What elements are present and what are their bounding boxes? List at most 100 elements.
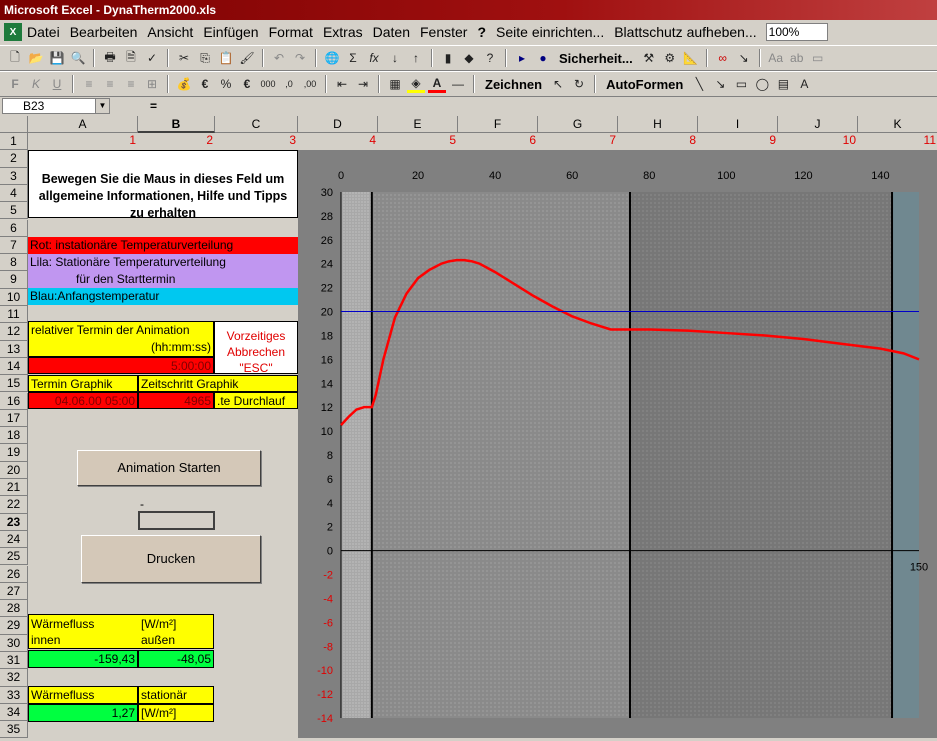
align-left-icon[interactable]: ≡ <box>80 75 98 93</box>
menu-einfuegen[interactable]: Einfügen <box>198 24 263 40</box>
row-header-1[interactable]: 1 <box>0 133 28 151</box>
menu-bearbeiten[interactable]: Bearbeiten <box>65 24 143 40</box>
excel-icon[interactable]: X <box>4 23 22 41</box>
column-header-b[interactable]: B <box>138 116 215 133</box>
column-header-e[interactable]: E <box>378 116 458 133</box>
row-header-34[interactable]: 34 <box>0 703 28 722</box>
new-icon[interactable]: 🗋 <box>6 49 24 67</box>
ellipse-icon[interactable]: ◯ <box>753 75 771 93</box>
sort-desc-icon[interactable]: ↑ <box>407 49 425 67</box>
formula-equals[interactable]: = <box>150 99 157 113</box>
select-all-corner[interactable] <box>0 116 28 133</box>
row-header-19[interactable]: 19 <box>0 444 28 462</box>
row-header-31[interactable]: 31 <box>0 652 28 670</box>
row-header-18[interactable]: 18 <box>0 427 28 445</box>
row-header-16[interactable]: 16 <box>0 392 28 410</box>
print-icon[interactable]: 🖶 <box>101 49 119 67</box>
paste-icon[interactable]: 📋 <box>217 49 235 67</box>
redo-icon[interactable]: ↷ <box>291 49 309 67</box>
name-box[interactable]: B23 ▼ <box>2 98 110 114</box>
row-header-14[interactable]: 14 <box>0 357 28 376</box>
security-icon[interactable]: ● <box>534 49 552 67</box>
currency-icon[interactable]: 💰 <box>175 75 193 93</box>
help-icon[interactable]: ? <box>481 49 499 67</box>
copy-icon[interactable]: ⎘ <box>196 49 214 67</box>
row-header-20[interactable]: 20 <box>0 461 28 479</box>
arrow-draw-icon[interactable]: ↘ <box>711 75 729 93</box>
hyperlink-icon[interactable]: 🌐 <box>323 49 341 67</box>
row-header-23[interactable]: 23 <box>0 513 28 531</box>
menu-daten[interactable]: Daten <box>368 24 415 40</box>
menu-format[interactable]: Format <box>264 24 318 40</box>
animation-start-button[interactable]: Animation Starten <box>77 450 261 486</box>
function-icon[interactable]: fx <box>365 49 383 67</box>
label-icon[interactable]: ab <box>788 49 806 67</box>
rectangle-icon[interactable]: ▭ <box>732 75 750 93</box>
column-header-k[interactable]: K <box>858 116 937 133</box>
merge-icon[interactable]: ⊞ <box>143 75 161 93</box>
column-header-d[interactable]: D <box>298 116 378 133</box>
row-header-26[interactable]: 26 <box>0 565 28 583</box>
row-header-10[interactable]: 10 <box>0 288 28 306</box>
thousands-icon[interactable]: 000 <box>259 75 277 93</box>
column-header-c[interactable]: C <box>215 116 298 133</box>
row-header-33[interactable]: 33 <box>0 686 28 704</box>
row-header-6[interactable]: 6 <box>0 219 28 237</box>
line-style-icon[interactable]: — <box>449 75 467 93</box>
row-header-24[interactable]: 24 <box>0 530 28 549</box>
column-header-f[interactable]: F <box>458 116 538 133</box>
font-color-icon[interactable]: A <box>428 75 446 93</box>
row-header-21[interactable]: 21 <box>0 479 28 497</box>
row-header-27[interactable]: 27 <box>0 582 28 601</box>
menu-blattschutz[interactable]: Blattschutz aufheben... <box>609 24 761 40</box>
borders-icon[interactable]: ▦ <box>386 75 404 93</box>
align-center-icon[interactable]: ≡ <box>101 75 119 93</box>
column-header-g[interactable]: G <box>538 116 618 133</box>
menu-fenster[interactable]: Fenster <box>415 24 472 40</box>
column-header-i[interactable]: I <box>698 116 778 133</box>
row-header-11[interactable]: 11 <box>0 306 28 324</box>
decrease-indent-icon[interactable]: ⇤ <box>333 75 351 93</box>
wordart-icon[interactable]: A <box>795 75 813 93</box>
textbox-draw-icon[interactable]: ▤ <box>774 75 792 93</box>
info-box[interactable]: Bewegen Sie die Maus in dieses Feld um a… <box>28 150 298 218</box>
open-icon[interactable]: 📂 <box>27 49 45 67</box>
design-mode-icon[interactable]: 📐 <box>682 49 700 67</box>
selected-cell-b23[interactable] <box>138 511 215 530</box>
euro-icon[interactable]: € <box>196 75 214 93</box>
row-header-7[interactable]: 7 <box>0 236 28 255</box>
row-header-15[interactable]: 15 <box>0 375 28 393</box>
spellcheck-icon[interactable]: ✓ <box>143 49 161 67</box>
chart-wizard-icon[interactable]: ▮ <box>439 49 457 67</box>
frame-icon[interactable]: ▭ <box>809 49 827 67</box>
arrow-icon[interactable]: ↘ <box>735 49 753 67</box>
chain-icon[interactable]: ∞ <box>714 49 732 67</box>
control-toolbox-icon[interactable]: ⚒ <box>640 49 658 67</box>
row-header-29[interactable]: 29 <box>0 617 28 635</box>
row-header-35[interactable]: 35 <box>0 721 28 739</box>
decrease-decimal-icon[interactable]: ,00 <box>301 75 319 93</box>
menu-seite-einrichten[interactable]: Seite einrichten... <box>491 24 609 40</box>
search-icon[interactable]: 🔍 <box>69 49 87 67</box>
zoom-select[interactable]: 100% <box>765 23 828 41</box>
run-macro-icon[interactable]: ▸ <box>513 49 531 67</box>
row-header-12[interactable]: 12 <box>0 323 28 341</box>
row-header-22[interactable]: 22 <box>0 496 28 514</box>
menu-extras[interactable]: Extras <box>318 24 368 40</box>
column-header-a[interactable]: A <box>28 116 138 133</box>
undo-icon[interactable]: ↶ <box>270 49 288 67</box>
row-header-25[interactable]: 25 <box>0 548 28 566</box>
save-icon[interactable]: 💾 <box>48 49 66 67</box>
row-header-17[interactable]: 17 <box>0 409 28 428</box>
select-objects-icon[interactable]: ↖ <box>549 75 567 93</box>
row-header-13[interactable]: 13 <box>0 340 28 358</box>
print-button[interactable]: Drucken <box>81 535 261 583</box>
chevron-down-icon[interactable]: ▼ <box>95 99 109 113</box>
underline-icon[interactable]: U <box>48 75 66 93</box>
security-button[interactable]: Sicherheit... <box>555 51 637 66</box>
rel-termin-value[interactable]: 5:00:00 <box>28 357 214 374</box>
row-header-4[interactable]: 4 <box>0 184 28 203</box>
format-painter-icon[interactable]: 🖌 <box>238 49 256 67</box>
row-header-2[interactable]: 2 <box>0 150 28 168</box>
row-header-8[interactable]: 8 <box>0 254 28 272</box>
